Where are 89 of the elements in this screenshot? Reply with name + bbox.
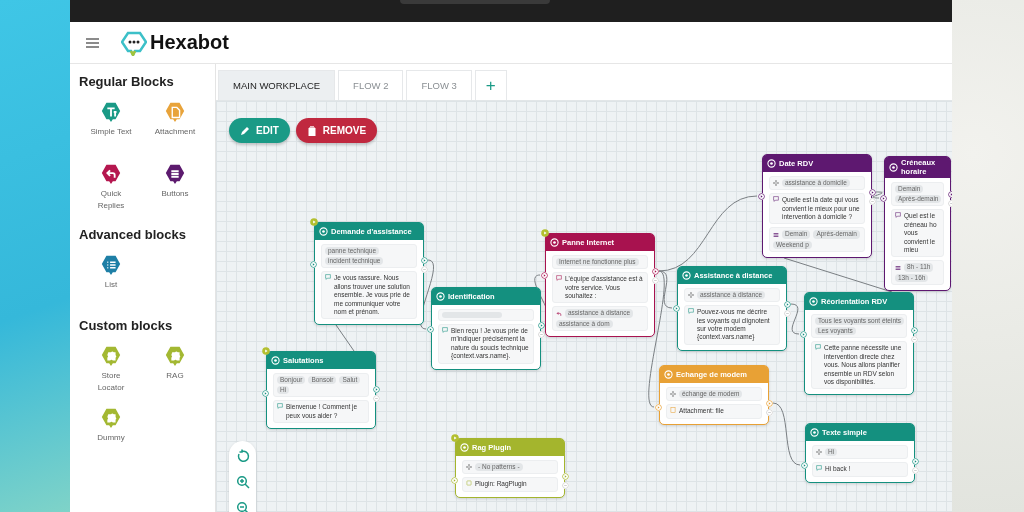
speech-bubble-icon [277,403,283,410]
remove-button[interactable]: REMOVE [295,118,378,143]
sparkle-icon [688,292,694,299]
speech-bubble-icon [325,274,331,281]
input-port-icon[interactable] [758,193,765,200]
block-label[interactable]: Quick Replies [88,188,134,213]
output-port-icon[interactable] [869,189,876,196]
next-port-icon[interactable] [784,310,791,317]
edit-button[interactable]: EDIT [229,118,290,143]
bubble-icon [271,356,280,365]
menu-bubble-icon[interactable] [164,163,186,185]
input-port-icon[interactable] [673,305,680,312]
input-port-icon[interactable] [427,326,434,333]
puzzle-bubble-icon[interactable] [100,407,122,429]
list-bubble-icon[interactable] [100,254,122,276]
trash-icon [306,125,317,136]
block-label[interactable]: Buttons [152,188,198,201]
sparkle-icon [466,464,472,471]
sparkle-icon [773,180,779,187]
block-label[interactable]: Attachment [152,126,198,139]
speech-bubble-icon [773,196,779,203]
menu-icon[interactable] [86,37,99,48]
plugin-icon [466,480,472,487]
bubble-icon [664,370,673,379]
connector-line [790,303,800,335]
add-tab-button[interactable]: + [474,70,507,100]
flow-tab[interactable]: FLOW 2 [338,70,404,100]
input-port-icon[interactable] [655,404,662,411]
next-port-icon[interactable] [766,409,773,416]
section-heading: Custom blocks [79,318,174,333]
input-port-icon[interactable] [801,462,808,469]
bubble-icon [682,271,691,280]
text-bubble-icon[interactable] [100,101,122,123]
menu-icon [773,231,779,238]
pencil-icon [240,125,250,136]
bubble-icon [460,443,469,452]
app-title: Hexabot [150,31,229,54]
speech-bubble-icon [688,308,694,315]
section-heading: Advanced blocks [79,227,187,242]
sparkle-icon [816,449,822,456]
chat-logo-icon [121,29,147,56]
zoom-out-icon [235,501,250,512]
input-port-icon[interactable] [880,195,887,202]
connector-line [772,402,801,466]
output-port-icon[interactable] [652,268,659,275]
next-port-icon[interactable] [373,395,380,402]
next-port-icon[interactable] [538,331,545,338]
menu-icon [895,264,901,271]
section-heading: Regular Blocks [79,74,175,89]
bubble-icon [809,297,818,306]
reply-arrow-icon [556,310,562,317]
bubble-icon [550,238,559,247]
connector-line [335,324,355,352]
input-port-icon[interactable] [800,331,807,338]
puzzle-bubble-icon[interactable] [164,345,186,367]
puzzle-bubble-icon[interactable] [100,345,122,367]
block-label[interactable]: RAG [152,370,198,383]
block-label[interactable]: Store Locator [88,370,134,395]
bubble-icon [889,163,898,172]
connector-line [872,191,883,199]
file-bubble-icon[interactable] [164,101,186,123]
input-port-icon[interactable] [310,261,317,268]
speech-bubble-icon [815,344,821,351]
input-port-icon[interactable] [262,390,269,397]
rotate-icon [235,449,250,463]
zoom-in-icon [235,475,250,489]
next-port-icon[interactable] [421,266,428,273]
flow-tab[interactable]: FLOW 3 [406,70,472,100]
output-port-icon[interactable] [538,322,545,329]
flow-tab[interactable]: MAIN WORKPLACE [218,70,336,100]
block-label[interactable]: Simple Text [88,126,134,139]
block-label[interactable]: Dummy [88,432,134,445]
speech-bubble-icon [895,212,901,219]
input-port-icon[interactable] [541,272,548,279]
next-port-icon[interactable] [562,482,569,489]
next-port-icon[interactable] [911,336,918,343]
bubble-icon [810,428,819,437]
input-port-icon[interactable] [451,477,458,484]
bubble-icon [767,159,776,168]
speech-bubble-icon [442,327,448,333]
speech-bubble-icon [816,465,822,472]
bubble-icon [319,227,328,236]
block-label[interactable]: List [88,279,134,292]
next-port-icon[interactable] [912,467,919,474]
sparkle-icon [670,391,676,398]
reply-bubble-icon[interactable] [100,163,122,185]
speech-bubble-icon [556,275,562,282]
bubble-icon [436,292,445,301]
file-icon [670,407,676,414]
